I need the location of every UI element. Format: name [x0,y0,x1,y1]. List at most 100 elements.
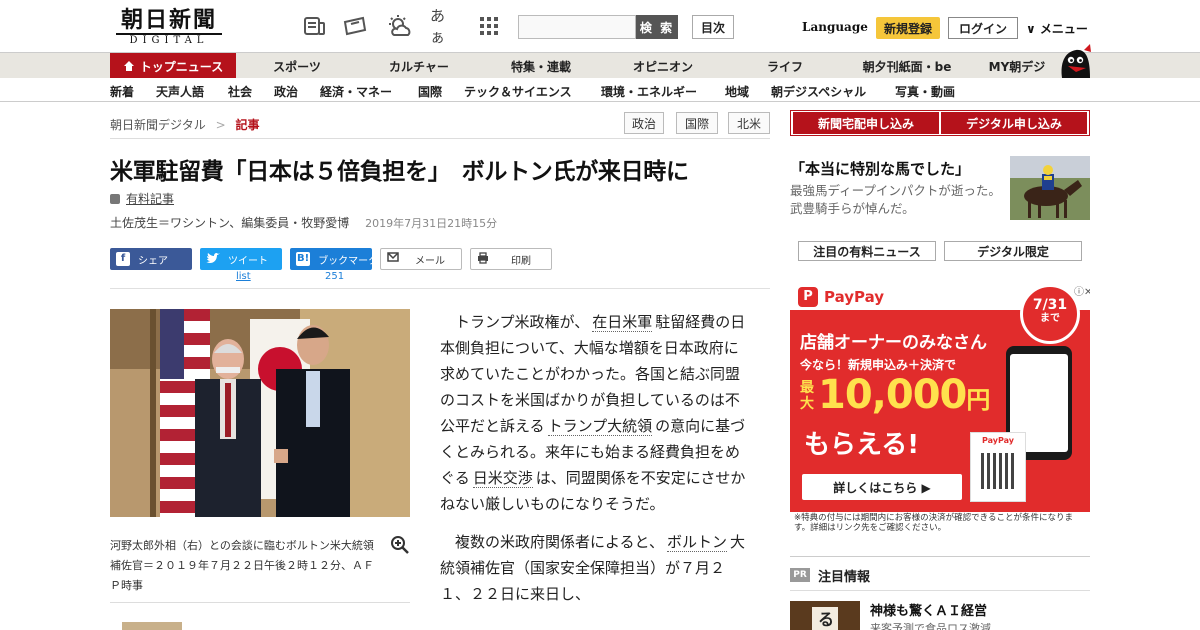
paypay-ad-banner[interactable]: P PayPay ⓘ✕ 7/31 まで 店舗オーナーのみなさん 今なら！新規申込… [790,284,1090,534]
login-button[interactable]: ログイン [948,17,1018,39]
text: 複数の米政府関係者によると、 [455,533,664,551]
article-body: トランプ米政権が、 在日米軍 駐留経費の日本側負担について、大幅な増額を日本政府に求… [440,309,748,619]
ad-amount: 10,000円 [818,372,990,418]
tweet-list-link[interactable]: list [236,271,251,282]
search-input[interactable] [518,15,636,39]
article-photo[interactable] [110,309,410,517]
tab-premium-news[interactable]: 注目の有料ニュース [798,241,936,261]
tag-international[interactable]: 国際 [676,112,718,134]
badge-date: 7/31 [1032,297,1068,313]
nav-life[interactable]: ライフ [728,53,842,79]
bookmark-count[interactable]: 251 [325,271,344,282]
register-button[interactable]: 新規登録 [876,17,940,39]
link-bolton[interactable]: ボルトン [666,533,727,552]
ad-amount-value: 10,000 [818,372,967,418]
site-logo[interactable]: 朝日新聞 DIGITAL [110,8,228,46]
nav-politics[interactable]: 政治 [274,83,298,100]
apps-grid-icon[interactable] [476,14,502,38]
facebook-share-button[interactable]: f シェア [110,248,192,270]
paragraph: 複数の米政府関係者によると、 ボルトン 大統領補佐官（国家安全保障担当）が７月２１、… [440,529,748,607]
print-label: 印刷 [511,255,531,267]
nav-special[interactable]: 朝デジスペシャル [771,83,866,100]
hatena-bookmark-button[interactable]: B! ブックマーク [290,248,378,270]
text: トランプ米政権が、 [455,313,590,331]
twitter-share-button[interactable]: ツイート [200,248,282,270]
bookmark-label: ブックマーク [318,255,379,267]
nav-region[interactable]: 地域 [725,83,749,100]
nav-latest[interactable]: 新着 [110,83,134,100]
contents-button[interactable]: 目次 [692,15,734,39]
newspaper-delivery-button[interactable]: 新聞宅配申し込み [793,112,939,134]
weather-icon[interactable] [386,14,412,38]
paragraph: トランプ米政権が、 在日米軍 駐留経費の日本側負担について、大幅な増額を日本政府に求… [440,309,748,517]
tab-digital-only[interactable]: デジタル限定 [944,241,1082,261]
side-story-summary[interactable]: 最強馬ディープインパクトが逝った。武豊騎手らが悼んだ。 [790,182,1005,218]
digital-signup-button[interactable]: デジタル申し込み [941,112,1087,134]
breadcrumb-home[interactable]: 朝日新聞デジタル [110,118,206,132]
mail-share-button[interactable]: メール [380,248,462,270]
newspaper-icon[interactable] [302,14,328,38]
menu-button[interactable]: ∨ メニュー [1026,20,1088,37]
zoom-icon[interactable] [390,535,410,555]
ad-date-badge: 7/31 まで [1020,284,1080,344]
print-button[interactable]: 印刷 [470,248,552,270]
paypay-logo-icon: P [798,287,818,307]
tag-politics[interactable]: 政治 [624,112,664,134]
tag-north-america[interactable]: 北米 [728,112,770,134]
pr-item-title[interactable]: 神様も驚くＡＩ経営 [870,600,987,619]
divider [110,288,770,289]
nav-features[interactable]: 特集・連載 [484,53,598,79]
ad-amount-unit: 円 [966,386,990,414]
nav-society[interactable]: 社会 [228,83,252,100]
nav-tech-science[interactable]: テック＆サイエンス [464,83,572,100]
search-button[interactable]: 検 索 [636,15,678,39]
secondary-nav: 新着 天声人語 社会 政治 経済・マネー 国際 テック＆サイエンス 環境・エネル… [0,78,1200,102]
link-nichibei-kosho[interactable]: 日米交渉 [472,469,533,488]
nav-my-asadigi[interactable]: MY朝デジ [972,53,1062,79]
nav-paper[interactable]: 朝夕刊紙面・be [846,53,968,79]
side-story-thumbnail[interactable] [1010,156,1090,220]
nav-sports[interactable]: スポーツ [240,53,354,79]
pr-badge: PR [790,568,810,582]
nav-environment[interactable]: 環境・エネルギー [601,83,697,100]
hatena-icon: B! [296,252,311,266]
ad-cta-button[interactable]: 詳しくはこちら ▶ [802,474,962,500]
article-headline: 米軍駐留費「日本は５倍負担を」 ボルトン氏が来日時に [110,159,689,185]
font-size-icon[interactable]: あぁ [430,7,456,46]
paid-label-text[interactable]: 有料記事 [126,192,174,206]
nav-opinion[interactable]: オピニオン [606,53,720,79]
language-link[interactable]: Language [802,20,868,34]
divider [790,556,1090,557]
badge-suffix: まで [1040,313,1060,324]
ticket-icon[interactable] [342,14,368,38]
thumbnail-image[interactable] [122,622,182,630]
divider [110,138,770,139]
pr-section-title: 注目情報 [818,570,871,585]
nav-culture[interactable]: カルチャー [362,53,476,79]
nav-economy[interactable]: 経済・マネー [320,83,392,100]
mascot-icon [1061,44,1091,78]
mail-label: メール [415,255,445,267]
nav-item-label: トップニュース [139,59,224,74]
home-icon [123,61,134,71]
pr-item-subtitle: 来客予測で食品ロス激減 [870,622,991,630]
divider [790,590,1090,591]
card-brand: PayPay [981,436,1015,445]
nav-international[interactable]: 国際 [418,83,442,100]
byline: 土佐茂生＝ワシントン、編集委員・牧野愛博 2019年7月31日21時15分 [110,214,497,231]
nav-photo-video[interactable]: 写真・動画 [895,83,955,100]
tweet-label: ツイート [228,255,268,267]
link-zainichi-beigun[interactable]: 在日米軍 [592,313,653,332]
link-trump[interactable]: トランプ大統領 [547,417,653,436]
pr-thumbnail[interactable]: る [790,601,860,630]
breadcrumb-current: 記事 [235,118,260,132]
breadcrumb-separator: > [215,118,226,132]
share-label: シェア [138,255,168,267]
nav-tenseijingo[interactable]: 天声人語 [156,83,204,100]
side-story-title[interactable]: 「本当に特別な馬でした」 [790,158,970,179]
photo-caption: 河野太郎外相（右）との会談に臨むボルトン米大統領補佐官＝２０１９年７月２２日午後… [110,539,374,592]
qr-card-icon: PayPay [970,432,1026,502]
primary-nav: トップニュース スポーツ カルチャー 特集・連載 オピニオン ライフ 朝夕刊紙面… [0,52,1200,79]
nav-top-news[interactable]: トップニュース [110,53,236,79]
logo-sub-text: DIGITAL [116,33,222,47]
